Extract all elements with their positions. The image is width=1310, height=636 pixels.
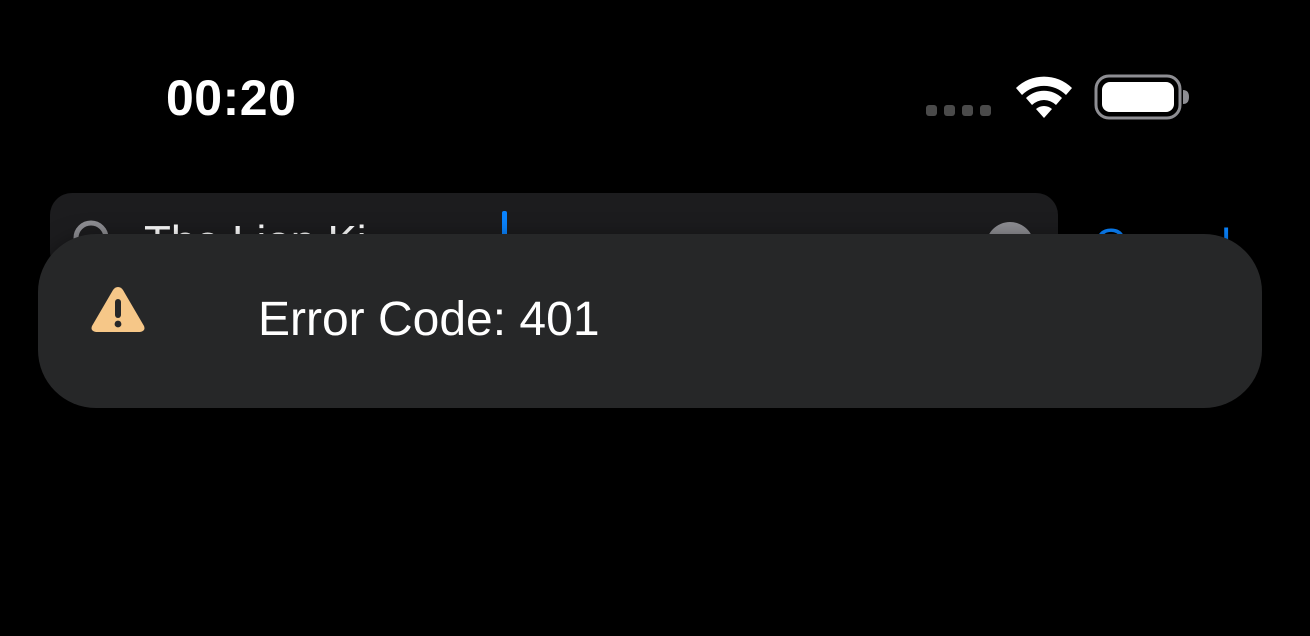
status-time: 00:20 bbox=[166, 70, 297, 126]
status-bar: 00:20 bbox=[0, 0, 1310, 160]
battery-icon bbox=[1094, 74, 1189, 120]
error-toast[interactable]: Error Code: 401 bbox=[38, 234, 1262, 408]
toast-message: Error Code: 401 bbox=[258, 293, 600, 346]
warning-icon bbox=[91, 287, 145, 332]
cellular-signal-icon bbox=[926, 105, 996, 119]
wifi-icon bbox=[1016, 76, 1072, 118]
